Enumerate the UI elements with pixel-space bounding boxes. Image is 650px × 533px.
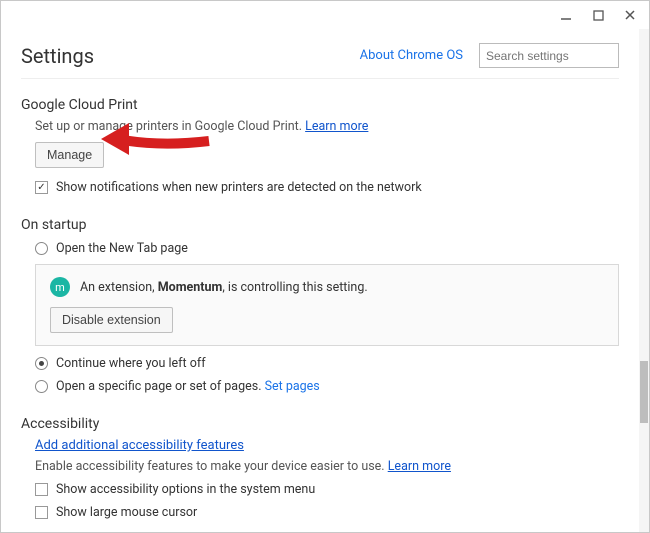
search-input[interactable] bbox=[479, 43, 619, 68]
a11y-large-cursor-label: Show large mouse cursor bbox=[56, 505, 197, 520]
a11y-opt-system-menu[interactable]: Show accessibility options in the system… bbox=[21, 482, 619, 497]
radio-icon bbox=[35, 357, 48, 370]
a11y-opt-large-cursor[interactable]: Show large mouse cursor bbox=[21, 505, 619, 520]
window-titlebar bbox=[1, 1, 649, 29]
set-pages-link[interactable]: Set pages bbox=[265, 379, 320, 394]
section-heading-gcp: Google Cloud Print bbox=[21, 97, 619, 113]
accessibility-description: Enable accessibility features to make yo… bbox=[21, 459, 619, 474]
checkbox-icon bbox=[35, 483, 48, 496]
checkbox-icon bbox=[35, 506, 48, 519]
close-button[interactable] bbox=[615, 3, 645, 27]
a11y-learn-more-link[interactable]: Learn more bbox=[388, 459, 451, 474]
gcp-desc-text: Set up or manage printers in Google Clou… bbox=[35, 119, 305, 134]
extension-notice-box: m An extension, Momentum, is controlling… bbox=[35, 264, 619, 346]
manage-button[interactable]: Manage bbox=[35, 142, 104, 168]
extension-notice-row: m An extension, Momentum, is controlling… bbox=[50, 277, 604, 297]
gcp-notif-label: Show notifications when new printers are… bbox=[56, 180, 422, 195]
radio-icon bbox=[35, 380, 48, 393]
startup-newtab-label: Open the New Tab page bbox=[56, 241, 188, 256]
startup-opt-continue[interactable]: Continue where you left off bbox=[21, 356, 619, 371]
section-heading-accessibility: Accessibility bbox=[21, 416, 619, 432]
settings-content: Settings About Chrome OS Google Cloud Pr… bbox=[1, 29, 639, 532]
gcp-description: Set up or manage printers in Google Clou… bbox=[21, 119, 619, 134]
section-heading-startup: On startup bbox=[21, 217, 619, 233]
gcp-notif-row[interactable]: ✓ Show notifications when new printers a… bbox=[21, 180, 619, 195]
page-title: Settings bbox=[21, 44, 94, 68]
settings-header: Settings About Chrome OS bbox=[21, 29, 619, 79]
maximize-button[interactable] bbox=[583, 3, 613, 27]
minimize-button[interactable] bbox=[551, 3, 581, 27]
extension-notice-text: An extension, Momentum, is controlling t… bbox=[80, 280, 368, 295]
startup-opt-specific[interactable]: Open a specific page or set of pages. Se… bbox=[21, 379, 619, 394]
scrollbar-thumb[interactable] bbox=[640, 361, 648, 423]
about-chrome-os-link[interactable]: About Chrome OS bbox=[360, 48, 463, 63]
disable-extension-button[interactable]: Disable extension bbox=[50, 307, 173, 333]
scrollbar-track[interactable] bbox=[639, 29, 649, 532]
a11y-system-menu-label: Show accessibility options in the system… bbox=[56, 482, 315, 497]
startup-opt-newtab[interactable]: Open the New Tab page bbox=[21, 241, 619, 256]
radio-icon bbox=[35, 242, 48, 255]
extension-icon: m bbox=[50, 277, 70, 297]
checkbox-icon: ✓ bbox=[35, 181, 48, 194]
gcp-learn-more-link[interactable]: Learn more bbox=[305, 119, 368, 134]
startup-continue-label: Continue where you left off bbox=[56, 356, 206, 371]
header-right: About Chrome OS bbox=[360, 43, 619, 68]
add-accessibility-link[interactable]: Add additional accessibility features bbox=[35, 438, 244, 453]
startup-specific-label: Open a specific page or set of pages. Se… bbox=[56, 379, 320, 394]
